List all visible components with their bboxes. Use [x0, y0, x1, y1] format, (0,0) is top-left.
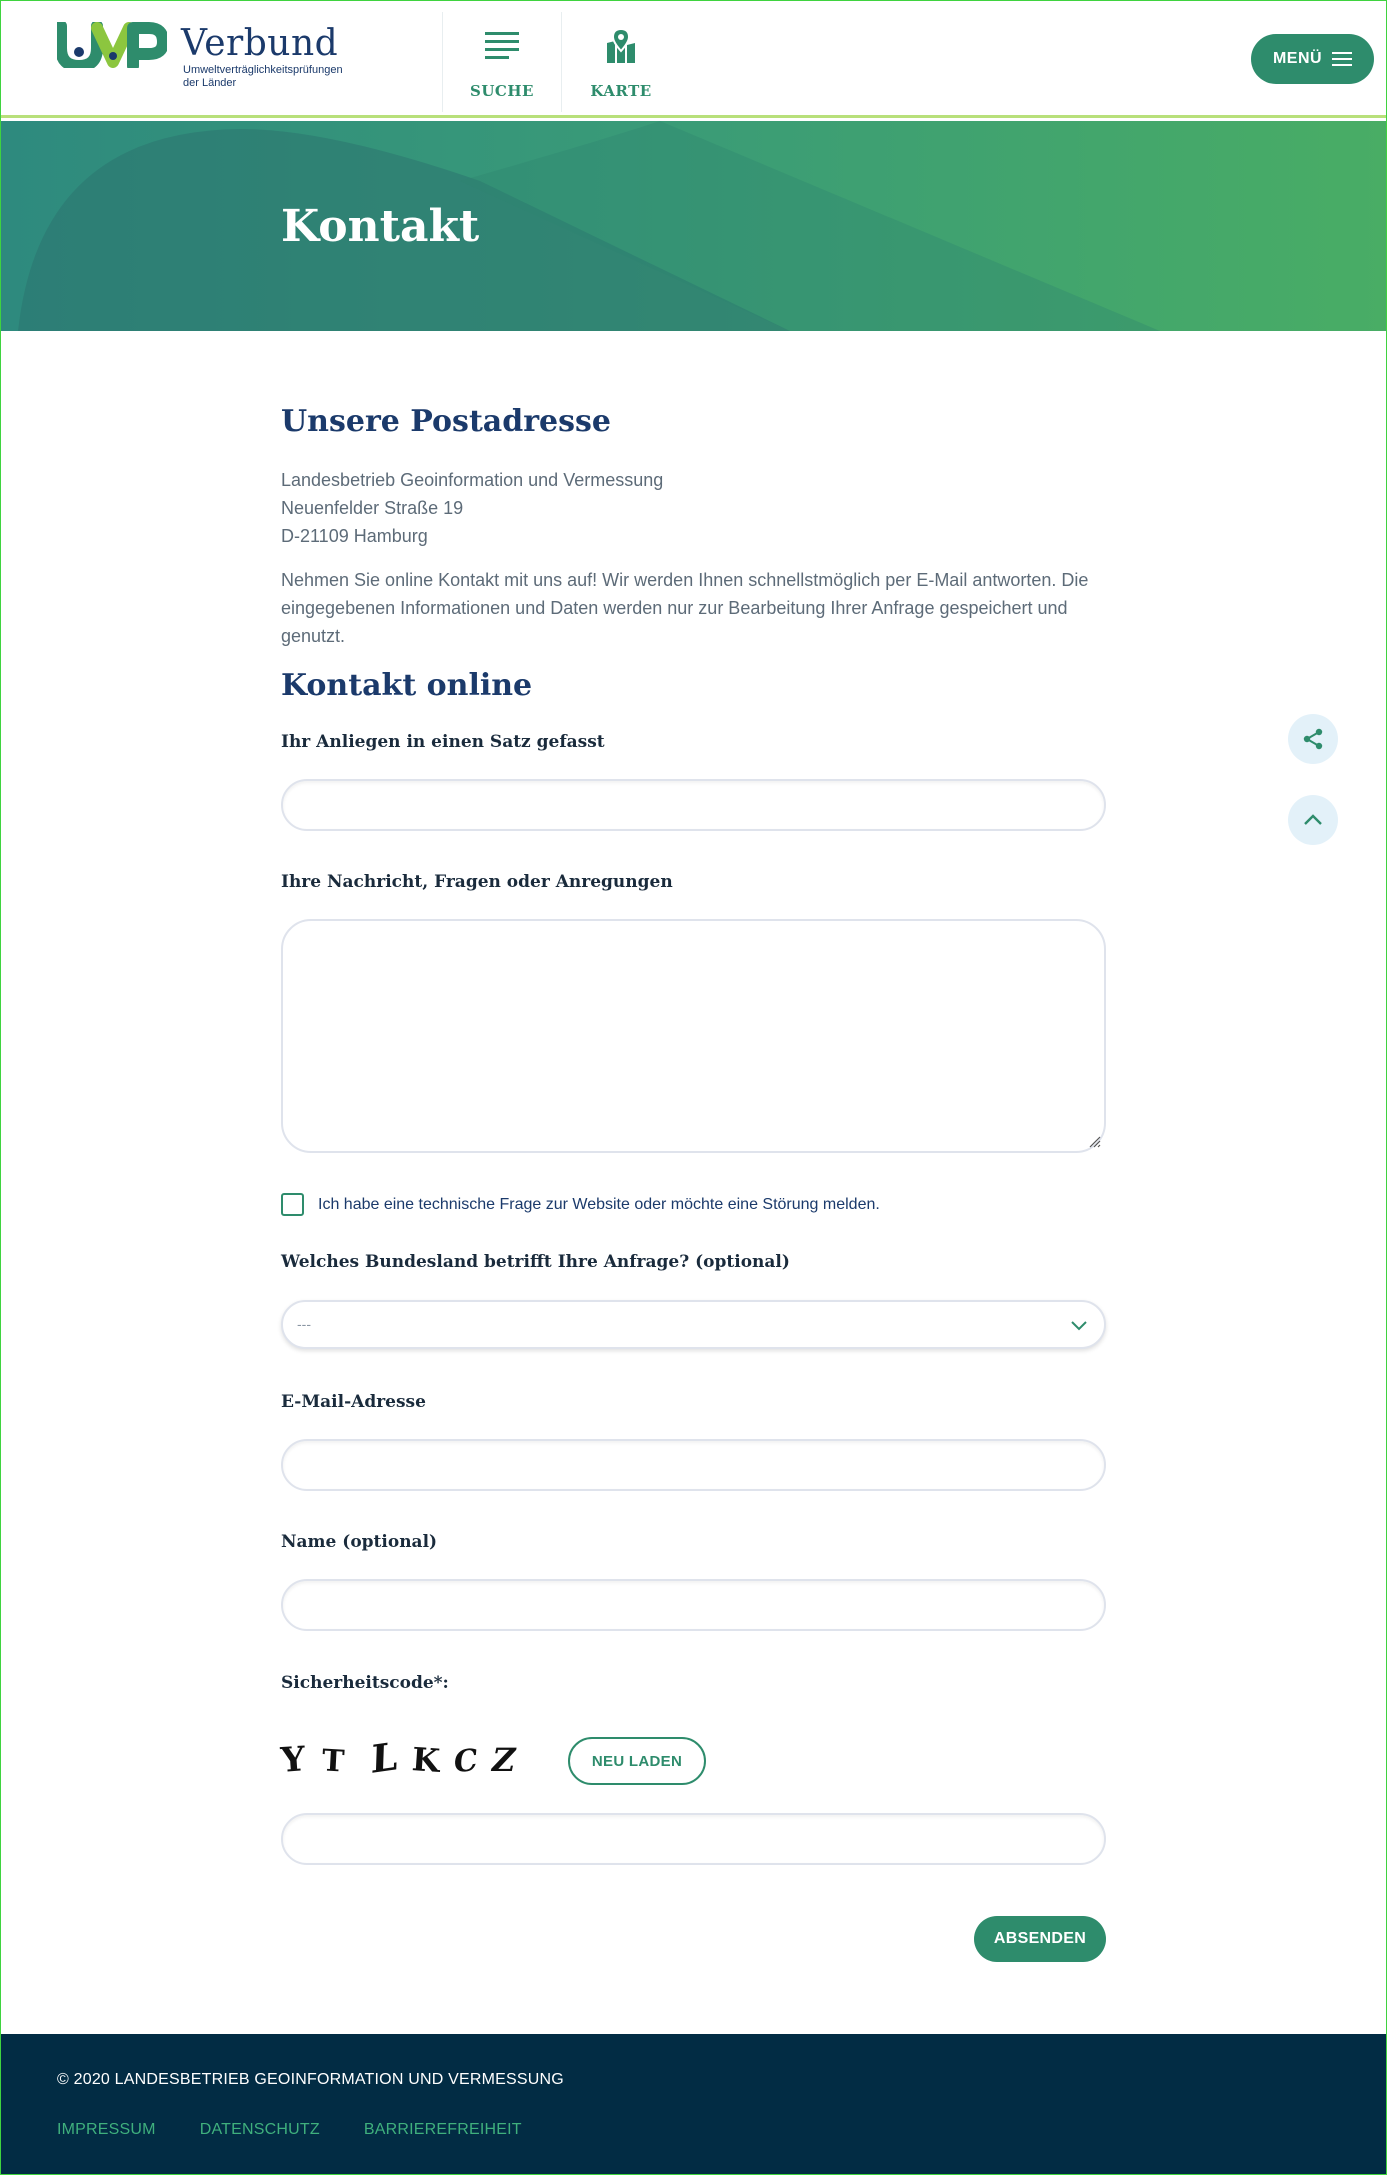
- captcha-image: Y T L K C Z: [279, 1732, 520, 1783]
- captcha-label: Sicherheitscode*:: [281, 1673, 449, 1693]
- subject-input[interactable]: [281, 779, 1106, 831]
- map-pin-icon: [607, 29, 635, 63]
- site-header: Verbund Umweltverträglichkeitsprüfungen …: [0, 0, 1387, 118]
- intro-text: Nehmen Sie online Kontakt mit uns auf! W…: [281, 570, 1089, 646]
- captcha-char: K: [410, 1740, 441, 1780]
- resize-handle-icon[interactable]: [1089, 1136, 1101, 1148]
- footer-link-datenschutz[interactable]: DATENSCHUTZ: [200, 2121, 320, 2139]
- state-select-value: ---: [297, 1316, 311, 1332]
- state-select[interactable]: ---: [281, 1300, 1106, 1349]
- subject-label: Ihr Anliegen in einen Satz gefasst: [281, 732, 605, 752]
- address-line: Landesbetrieb Geoinformation und Vermess…: [281, 470, 664, 490]
- logo-name: Verbund: [181, 23, 339, 64]
- nav-map-button[interactable]: KARTE: [561, 26, 681, 106]
- footer-link-impressum[interactable]: IMPRESSUM: [57, 2121, 156, 2139]
- captcha-char: C: [452, 1742, 480, 1781]
- address-line: D-21109 Hamburg: [281, 526, 428, 546]
- email-input[interactable]: [281, 1439, 1106, 1491]
- nav-search-label: SUCHE: [470, 82, 534, 100]
- submit-button[interactable]: ABSENDEN: [974, 1916, 1106, 1962]
- logo-subtitle-1: Umweltverträglichkeitsprüfungen: [183, 64, 343, 76]
- name-input[interactable]: [281, 1579, 1106, 1631]
- captcha-input[interactable]: [281, 1813, 1106, 1865]
- chevron-up-icon: [1304, 814, 1322, 825]
- message-textarea[interactable]: [281, 919, 1106, 1153]
- list-search-icon: [485, 32, 519, 59]
- hamburger-icon: [1332, 52, 1353, 66]
- uvp-logo-icon: [57, 22, 167, 68]
- footer-link-barrierefreiheit[interactable]: BARRIEREFREIHEIT: [364, 2121, 522, 2139]
- share-button[interactable]: [1288, 714, 1338, 764]
- captcha-char: Y: [279, 1739, 307, 1781]
- captcha-char: L: [369, 1732, 398, 1783]
- menu-button[interactable]: MENÜ: [1251, 34, 1374, 84]
- site-logo[interactable]: Verbund Umweltverträglichkeitsprüfungen …: [57, 22, 343, 90]
- site-footer: © 2020 LANDESBETRIEB GEOINFORMATION UND …: [0, 2034, 1387, 2175]
- page-title: Kontakt: [281, 201, 480, 252]
- technical-question-label[interactable]: Ich habe eine technische Frage zur Websi…: [318, 1196, 880, 1214]
- logo-subtitle-2: der Länder: [183, 77, 237, 89]
- nav-search-button[interactable]: SUCHE: [442, 26, 562, 106]
- hero-wave-decoration: [18, 121, 1160, 331]
- nav-map-label: KARTE: [590, 82, 652, 100]
- back-to-top-button[interactable]: [1288, 795, 1338, 845]
- message-label: Ihre Nachricht, Fragen oder Anregungen: [281, 872, 673, 892]
- hero-banner: Kontakt: [0, 121, 1387, 331]
- address-line: Neuenfelder Straße 19: [281, 498, 464, 518]
- captcha-char: T: [320, 1743, 345, 1780]
- email-label: E-Mail-Adresse: [281, 1392, 426, 1412]
- name-label: Name (optional): [281, 1532, 438, 1552]
- state-label: Welches Bundesland betrifft Ihre Anfrage…: [281, 1252, 790, 1272]
- menu-label: MENÜ: [1272, 50, 1323, 67]
- contact-form-heading: Kontakt online: [281, 668, 533, 703]
- share-icon: [1303, 728, 1323, 750]
- postal-address: Landesbetrieb Geoinformation und Vermess…: [281, 466, 663, 550]
- address-heading: Unsere Postadresse: [281, 404, 611, 439]
- captcha-char: Z: [488, 1741, 520, 1779]
- footer-links: IMPRESSUM DATENSCHUTZ BARRIEREFREIHEIT: [57, 2121, 566, 2139]
- copyright-text: © 2020 LANDESBETRIEB GEOINFORMATION UND …: [57, 2071, 564, 2088]
- technical-question-checkbox[interactable]: [281, 1193, 304, 1216]
- captcha-reload-button[interactable]: NEU LADEN: [568, 1737, 706, 1785]
- chevron-down-icon: [1071, 1321, 1087, 1331]
